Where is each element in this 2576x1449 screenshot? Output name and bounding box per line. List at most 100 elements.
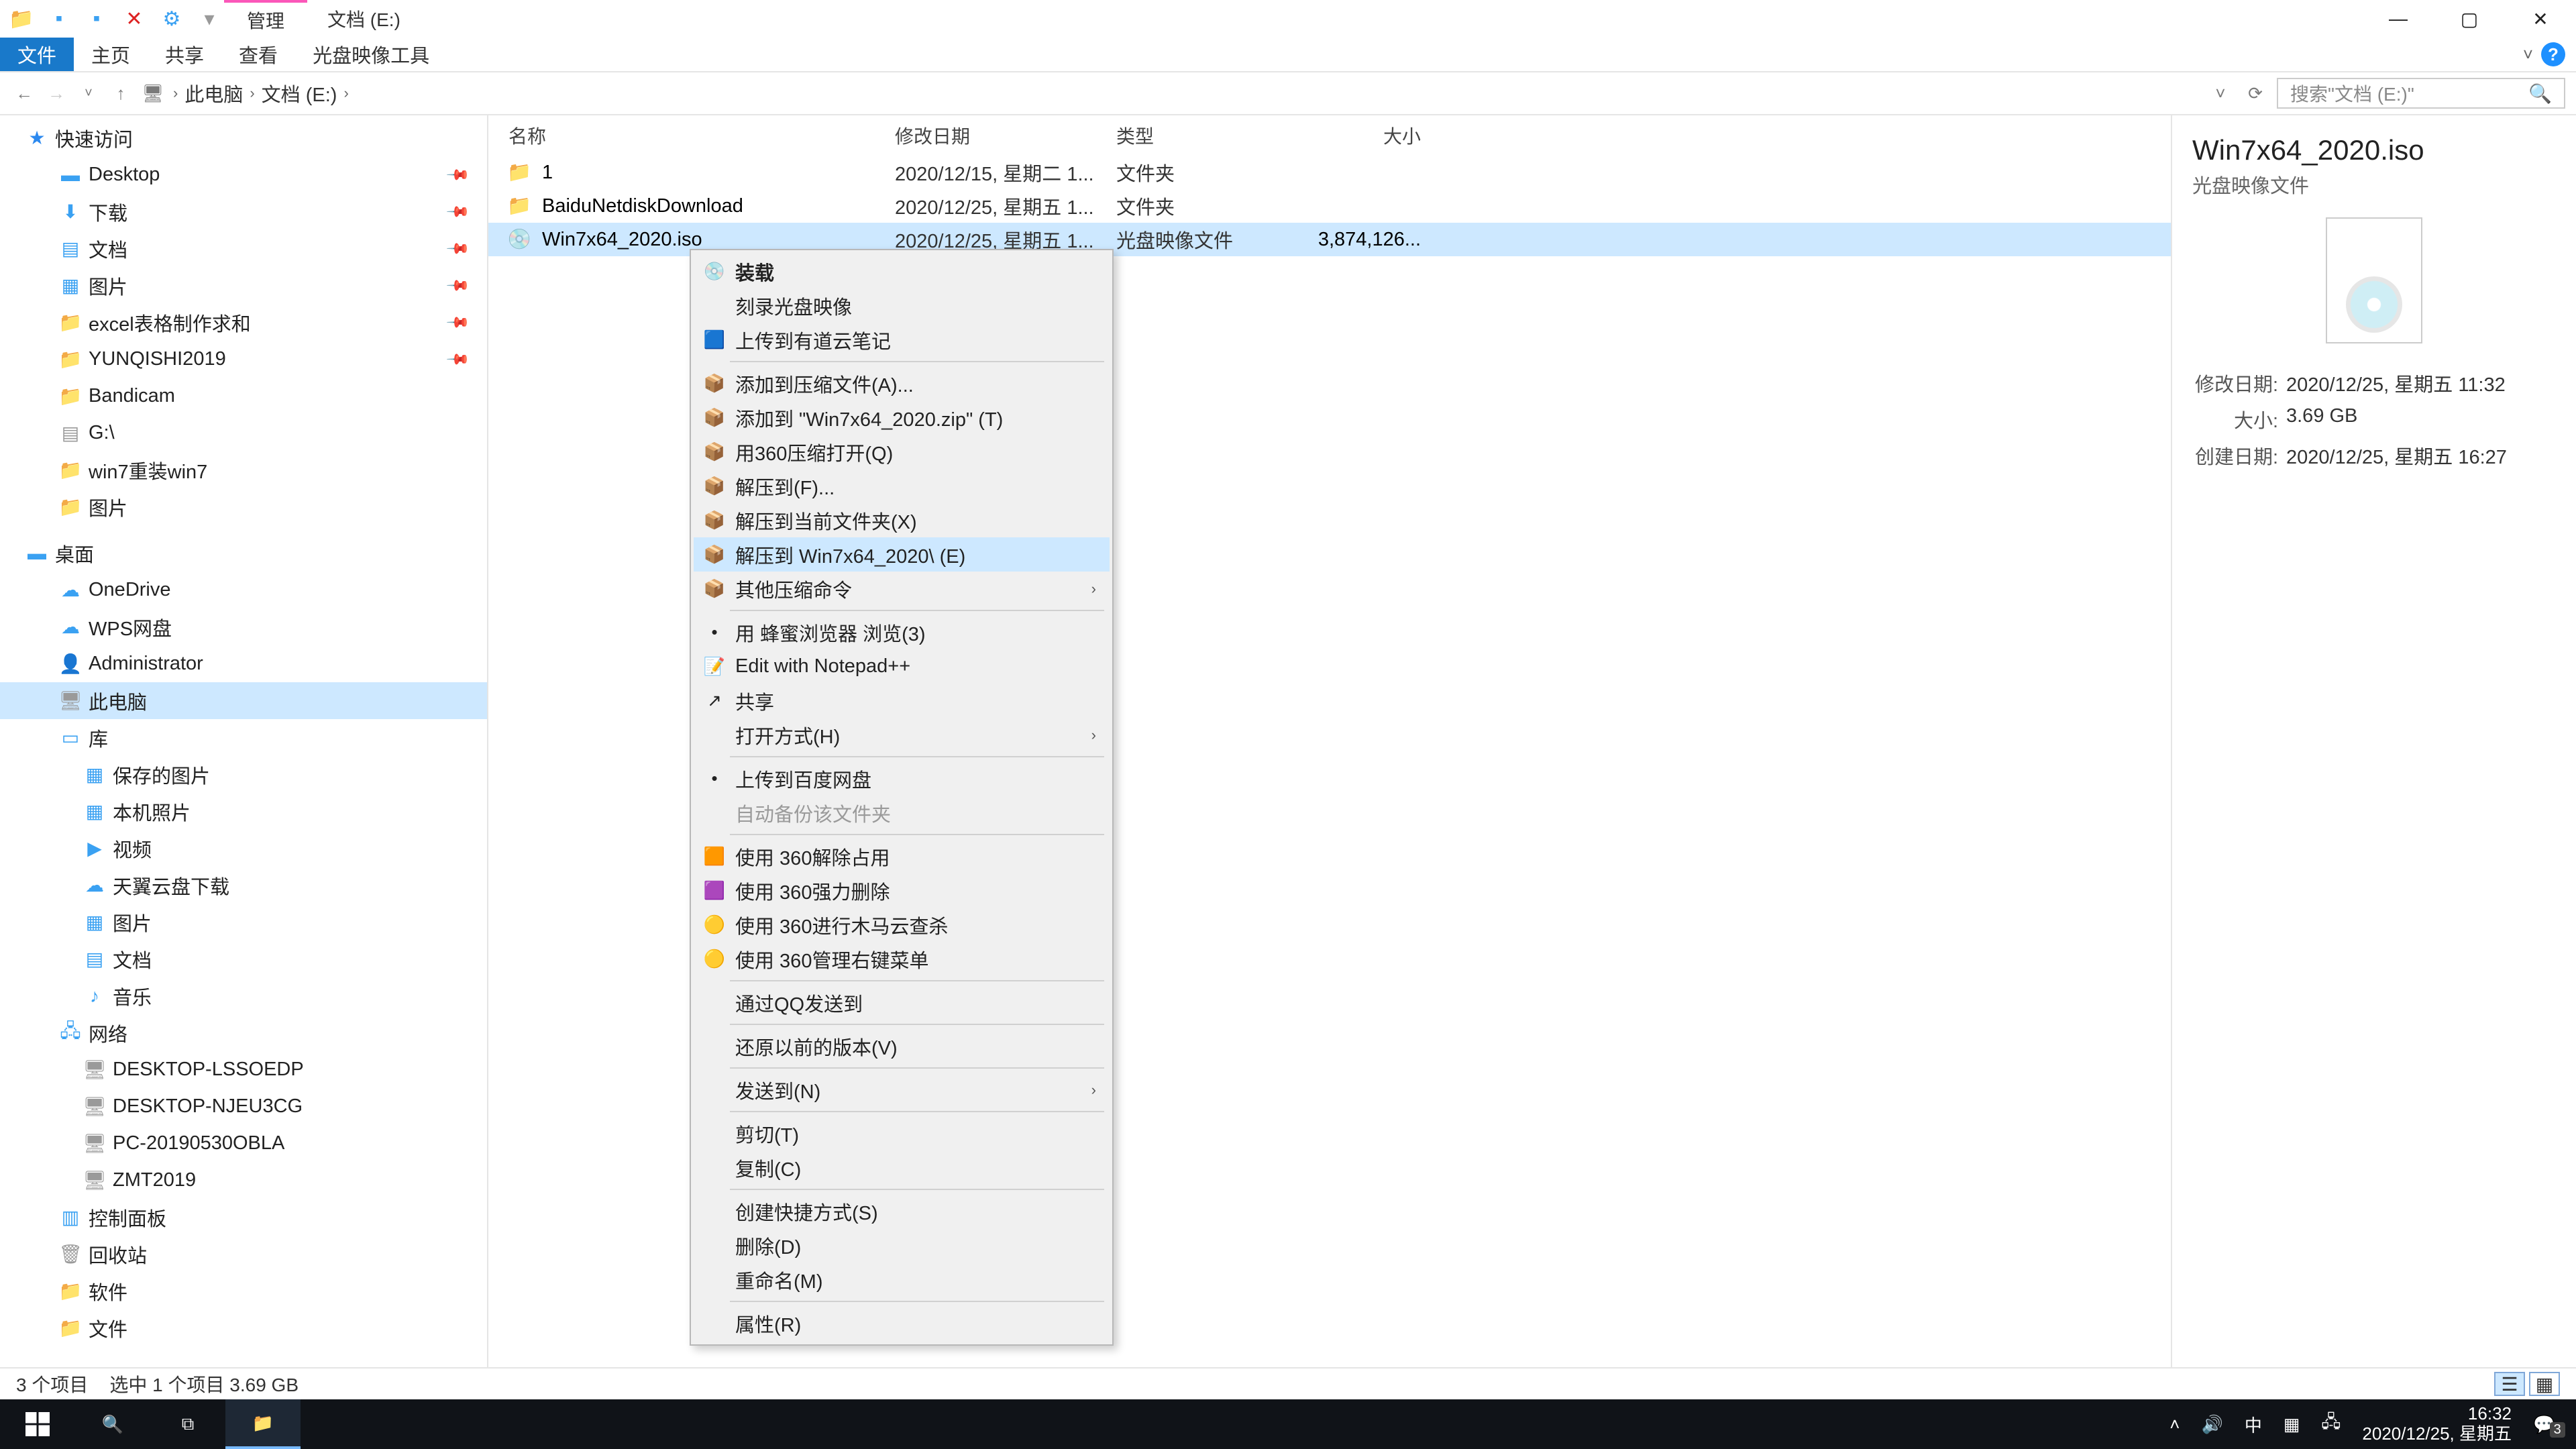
recent-dropdown-icon[interactable]: ˅ — [75, 80, 102, 107]
nav-lib-item[interactable]: ▶视频 — [0, 830, 487, 867]
context-menu-item[interactable]: 💿装载 — [694, 254, 1110, 288]
contextual-tab-manage[interactable]: 管理 — [224, 0, 307, 38]
nav-folder[interactable]: 📁图片 — [0, 488, 487, 525]
nav-folder[interactable]: 📁win7重装win7 — [0, 451, 487, 488]
ribbon-tab-home[interactable]: 主页 — [74, 38, 148, 71]
context-menu-item[interactable]: 发送到(N)› — [694, 1073, 1110, 1107]
help-icon[interactable]: ? — [2541, 42, 2565, 66]
nav-this-pc[interactable]: 🖥此电脑 — [0, 682, 487, 719]
system-tray[interactable]: ˄ 🔊 中 ▦ 🖧 16:32 2020/12/25, 星期五 💬3 — [2159, 1399, 2576, 1449]
nav-net-pc[interactable]: 🖥DESKTOP-NJEU3CG — [0, 1088, 487, 1125]
context-menu-item[interactable]: 重命名(M) — [694, 1263, 1110, 1297]
nav-lib-item[interactable]: ♪音乐 — [0, 977, 487, 1014]
tray-volume-icon[interactable]: 🔊 — [2190, 1414, 2233, 1435]
taskbar-explorer-button[interactable]: 📁 — [225, 1399, 301, 1449]
up-button[interactable]: ↑ — [107, 80, 134, 107]
context-menu-item[interactable]: 通过QQ发送到 — [694, 985, 1110, 1020]
nav-net-pc[interactable]: 🖥ZMT2019 — [0, 1162, 487, 1199]
ribbon-tab-share[interactable]: 共享 — [148, 38, 221, 71]
context-menu-item[interactable]: 📦添加到压缩文件(A)... — [694, 366, 1110, 400]
breadcrumb-sep[interactable]: › — [342, 85, 350, 102]
context-menu-item[interactable]: 🟦上传到有道云笔记 — [694, 323, 1110, 357]
qat-dropdown-icon[interactable]: ▾ — [195, 4, 224, 34]
context-menu-item[interactable]: 🟧使用 360解除占用 — [694, 839, 1110, 873]
nav-folder[interactable]: 📁Bandicam — [0, 378, 487, 415]
context-menu-item[interactable]: 🟡使用 360管理右键菜单 — [694, 942, 1110, 976]
context-menu-item[interactable]: •用 蜂蜜浏览器 浏览(3) — [694, 615, 1110, 649]
nav-lib-item[interactable]: ▦图片 — [0, 904, 487, 941]
nav-folder[interactable]: 📁软件 — [0, 1273, 487, 1309]
view-details-button[interactable]: ☰ — [2494, 1372, 2525, 1396]
context-menu-item[interactable]: 📦解压到(F)... — [694, 469, 1110, 503]
nav-lib-item[interactable]: ▤文档 — [0, 941, 487, 977]
nav-lib-item[interactable]: ▦保存的图片 — [0, 756, 487, 793]
context-menu-item[interactable]: 📦解压到 Win7x64_2020\ (E) — [694, 537, 1110, 572]
col-type[interactable]: 类型 — [1116, 122, 1299, 149]
navigation-pane[interactable]: ★快速访问 ▬Desktop📌 ⬇下载📌 ▤文档📌 ▦图片📌 📁excel表格制… — [0, 115, 488, 1367]
close-button[interactable]: ✕ — [2505, 0, 2576, 38]
address-dropdown-icon[interactable]: ˅ — [2207, 80, 2234, 107]
qat-save-icon[interactable]: ▪ — [44, 4, 74, 34]
refresh-button[interactable]: ⟳ — [2242, 80, 2269, 107]
tray-app-icon[interactable]: ▦ — [2273, 1414, 2311, 1435]
context-menu-item[interactable]: 删除(D) — [694, 1228, 1110, 1263]
action-center-button[interactable]: 💬3 — [2522, 1411, 2576, 1438]
tray-ime-button[interactable]: 中 — [2234, 1412, 2273, 1437]
nav-recycle[interactable]: 🗑回收站 — [0, 1236, 487, 1273]
context-menu-item[interactable]: 📝Edit with Notepad++ — [694, 649, 1110, 684]
context-menu-item[interactable]: 剪切(T) — [694, 1116, 1110, 1150]
context-menu-item[interactable]: 🟪使用 360强力删除 — [694, 873, 1110, 908]
col-date[interactable]: 修改日期 — [895, 122, 1116, 149]
task-view-button[interactable]: ⧉ — [150, 1399, 225, 1449]
breadcrumb-folder[interactable]: 文档 (E:) — [262, 79, 337, 107]
context-menu-item[interactable]: 刻录光盘映像 — [694, 288, 1110, 323]
col-size[interactable]: 大小 — [1299, 122, 1433, 149]
ribbon-tab-disc-tools[interactable]: 光盘映像工具 — [295, 38, 447, 71]
col-name[interactable]: 名称 — [508, 122, 895, 149]
tray-network-icon[interactable]: 🖧 — [2310, 1409, 2351, 1439]
breadcrumb-root[interactable]: 此电脑 — [184, 79, 243, 107]
context-menu[interactable]: 💿装载刻录光盘映像🟦上传到有道云笔记📦添加到压缩文件(A)...📦添加到 "Wi… — [690, 249, 1114, 1346]
forward-button[interactable]: → — [43, 80, 70, 107]
nav-drive-g[interactable]: ▤G:\ — [0, 415, 487, 451]
context-menu-item[interactable]: ↗共享 — [694, 684, 1110, 718]
nav-control-panel[interactable]: ▥控制面板 — [0, 1199, 487, 1236]
context-menu-item[interactable]: 打开方式(H)› — [694, 718, 1110, 752]
context-menu-item[interactable]: 复制(C) — [694, 1150, 1110, 1185]
nav-libraries[interactable]: ▭库 — [0, 719, 487, 756]
minimize-button[interactable]: ― — [2363, 0, 2434, 38]
nav-desktop-root[interactable]: ▬桌面 — [0, 535, 487, 572]
nav-folder[interactable]: 📁文件 — [0, 1309, 487, 1346]
maximize-button[interactable]: ▢ — [2434, 0, 2505, 38]
context-menu-item[interactable]: 📦用360压缩打开(Q) — [694, 435, 1110, 469]
context-menu-item[interactable]: 🟡使用 360进行木马云查杀 — [694, 908, 1110, 942]
nav-net-pc[interactable]: 🖥PC-20190530OBLA — [0, 1125, 487, 1162]
tray-chevron-icon[interactable]: ˄ — [2159, 1414, 2190, 1435]
nav-user[interactable]: 👤Administrator — [0, 645, 487, 682]
back-button[interactable]: ← — [11, 80, 38, 107]
search-input[interactable]: 搜索"文档 (E:)" 🔍 — [2277, 78, 2565, 109]
breadcrumb-sep[interactable]: › — [172, 85, 179, 102]
context-menu-item[interactable]: 📦解压到当前文件夹(X) — [694, 503, 1110, 537]
nav-pictures[interactable]: ▦图片📌 — [0, 267, 487, 304]
taskbar-search-button[interactable]: 🔍 — [75, 1399, 150, 1449]
context-menu-item[interactable]: 📦其他压缩命令› — [694, 572, 1110, 606]
context-menu-item[interactable]: 创建快捷方式(S) — [694, 1194, 1110, 1228]
start-button[interactable] — [0, 1399, 75, 1449]
taskbar[interactable]: 🔍 ⧉ 📁 ˄ 🔊 中 ▦ 🖧 16:32 2020/12/25, 星期五 💬3 — [0, 1399, 2576, 1449]
nav-folder[interactable]: 📁YUNQISHI2019📌 — [0, 341, 487, 378]
taskbar-clock[interactable]: 16:32 2020/12/25, 星期五 — [2351, 1404, 2522, 1444]
context-menu-item[interactable]: 属性(R) — [694, 1306, 1110, 1340]
nav-downloads[interactable]: ⬇下载📌 — [0, 193, 487, 230]
nav-desktop[interactable]: ▬Desktop📌 — [0, 156, 487, 193]
context-menu-item[interactable]: •上传到百度网盘 — [694, 761, 1110, 796]
ribbon-expand-icon[interactable]: ˅ — [2523, 44, 2533, 65]
nav-quick-access[interactable]: ★快速访问 — [0, 119, 487, 156]
file-row[interactable]: 📁 BaiduNetdiskDownload 2020/12/25, 星期五 1… — [488, 189, 2171, 223]
nav-lib-item[interactable]: ☁天翼云盘下载 — [0, 867, 487, 904]
ribbon-tab-file[interactable]: 文件 — [0, 38, 74, 71]
column-headers[interactable]: 名称 修改日期 类型 大小 — [488, 115, 2171, 156]
qat-close-icon[interactable]: ✕ — [119, 4, 149, 34]
nav-net-pc[interactable]: 🖥DESKTOP-LSSOEDP — [0, 1051, 487, 1088]
view-large-button[interactable]: ▦ — [2529, 1372, 2560, 1396]
